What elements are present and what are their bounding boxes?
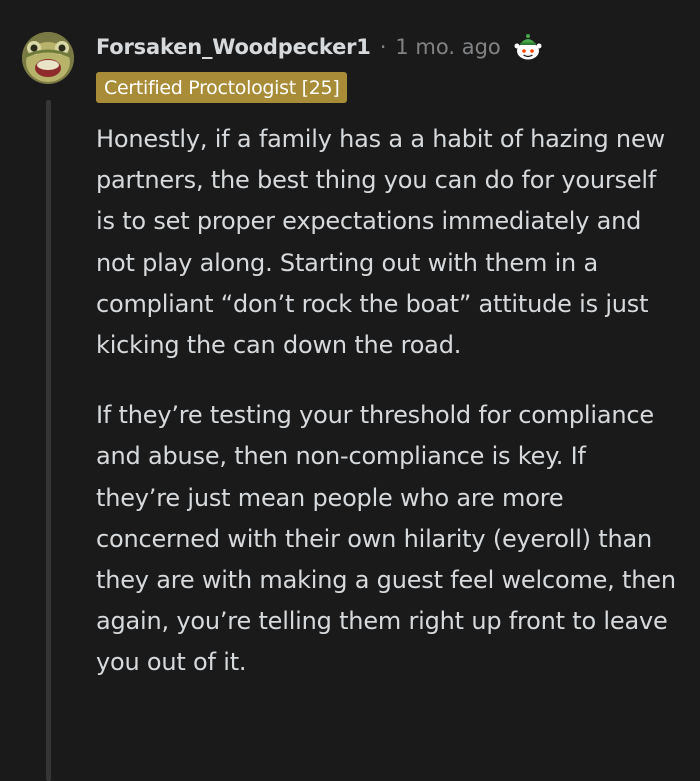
comment: Forsaken_Woodpecker1 · 1 mo. ago Certifi… — [0, 0, 700, 781]
separator-dot: · — [379, 35, 387, 59]
comment-header: Forsaken_Woodpecker1 · 1 mo. ago — [96, 30, 543, 64]
timestamp-link[interactable]: 1 mo. ago — [395, 35, 500, 59]
comment-paragraph: If they’re testing your threshold for co… — [96, 401, 676, 677]
comment-body: Honestly, if a family has a a habit of h… — [96, 119, 676, 713]
avatar[interactable] — [22, 32, 74, 84]
username-link[interactable]: Forsaken_Woodpecker1 — [96, 35, 371, 59]
thread-collapse-line[interactable] — [46, 100, 51, 781]
user-flair-badge: Certified Proctologist [25] — [96, 72, 348, 103]
snoo-award-icon — [513, 32, 543, 62]
lizard-avatar-icon — [22, 32, 74, 84]
comment-paragraph: Honestly, if a family has a a habit of h… — [96, 125, 665, 360]
